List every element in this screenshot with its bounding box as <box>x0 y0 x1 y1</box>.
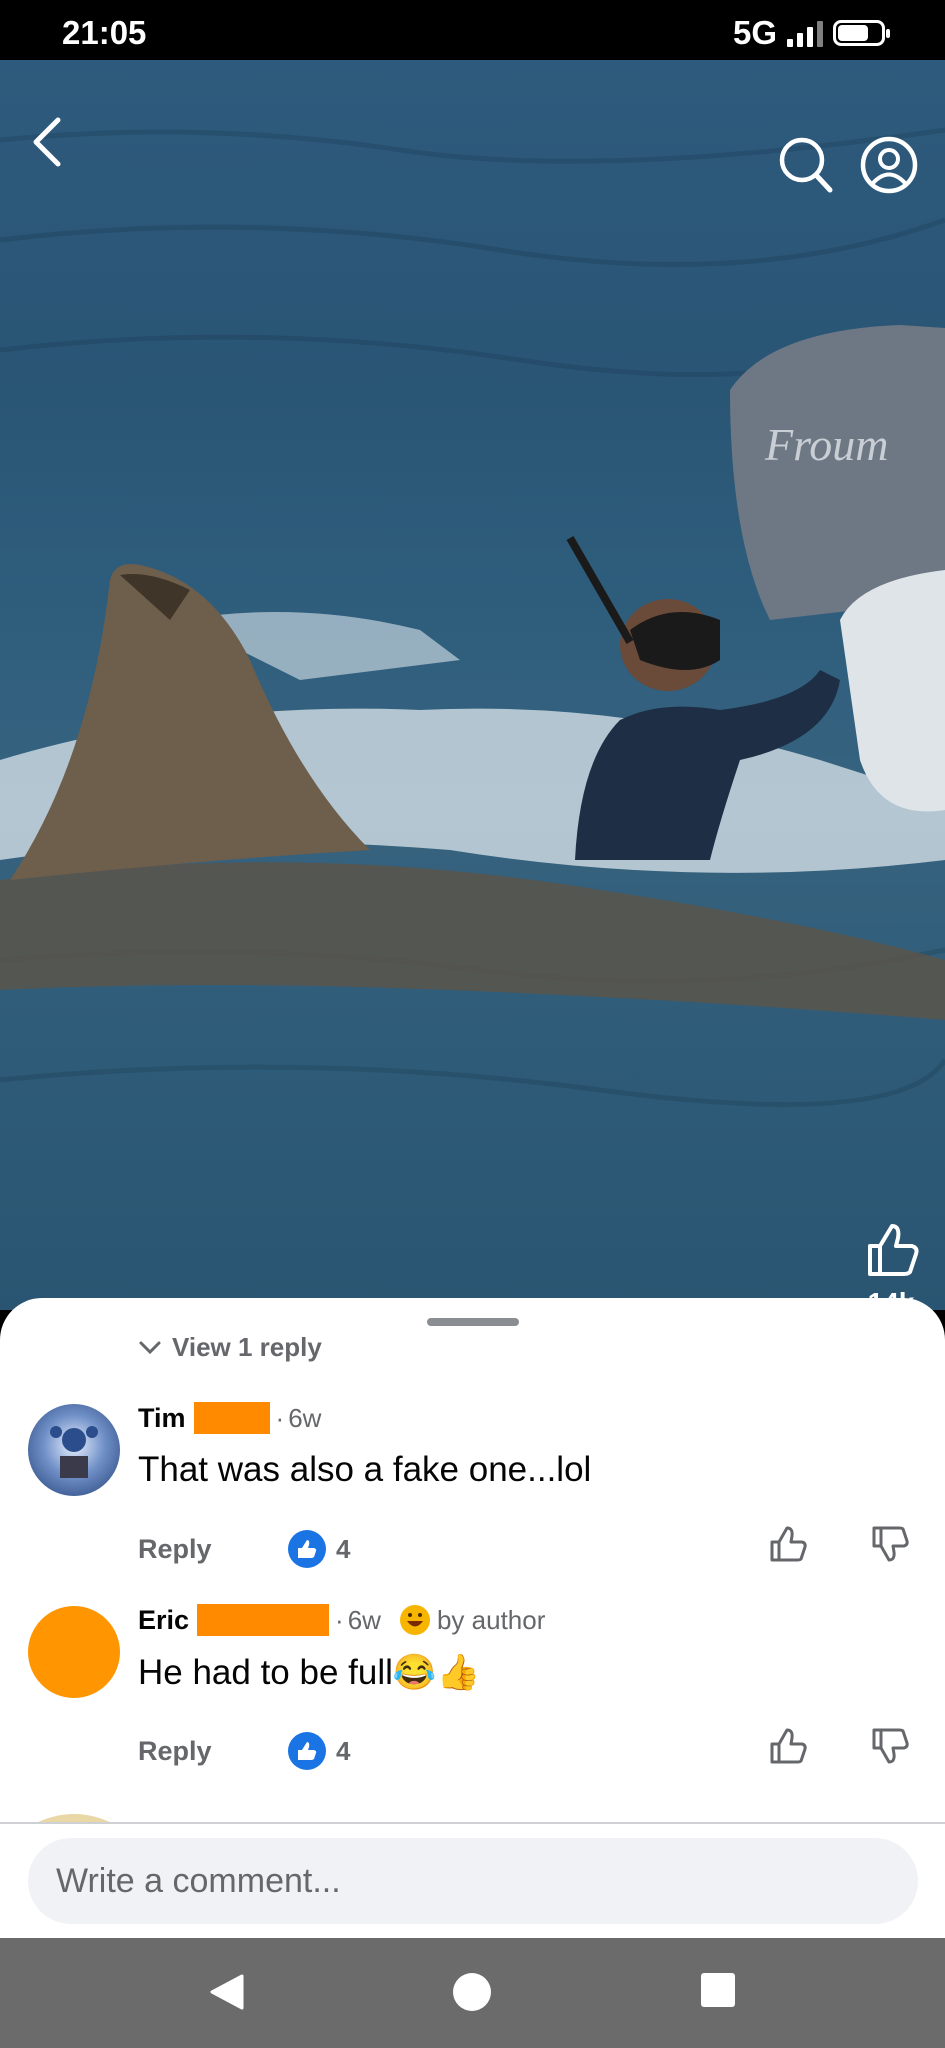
comment-text: That was also a fake one...lol <box>138 1450 592 1489</box>
redaction-box <box>197 1604 330 1636</box>
reply-button[interactable]: Reply <box>138 1736 212 1767</box>
status-bar: 21:05 5G <box>0 0 945 60</box>
search-icon[interactable] <box>778 136 834 199</box>
battery-icon <box>833 20 890 46</box>
thumbs-up-icon <box>856 1220 926 1283</box>
profile-icon[interactable] <box>860 136 918 199</box>
reaction-summary[interactable]: 4 <box>288 1732 350 1770</box>
nav-home-icon[interactable] <box>452 1972 492 2017</box>
reaction-count: 4 <box>336 1735 351 1766</box>
thumbs-up-icon[interactable] <box>768 1524 808 1569</box>
laughing-emoji-icon <box>399 1605 430 1635</box>
nav-recents-icon[interactable] <box>700 1972 736 2013</box>
comment-meta: Tim · 6w <box>138 1402 322 1434</box>
like-reaction-icon <box>288 1530 326 1568</box>
system-nav-bar <box>0 1938 945 2048</box>
author-badge-label: by author <box>436 1604 546 1635</box>
view-replies-button[interactable]: View 1 reply <box>138 1332 322 1363</box>
status-icons: 5G <box>732 14 890 52</box>
post-media[interactable]: Froum 14k <box>0 60 945 1310</box>
signal-icon <box>787 19 823 47</box>
reaction-summary[interactable]: 4 <box>288 1530 350 1568</box>
comment-actions: Reply 4 <box>138 1728 928 1776</box>
sheet-drag-handle[interactable] <box>427 1318 519 1326</box>
avatar[interactable] <box>28 1606 120 1698</box>
comment-meta: Eric · 6w by author <box>138 1604 546 1636</box>
comment-time: 6w <box>288 1402 322 1433</box>
boat-brand: Froum <box>764 419 889 470</box>
comment-actions: Reply 4 <box>138 1526 928 1574</box>
author-badge: by author <box>399 1604 545 1636</box>
commenter-name[interactable]: Eric <box>138 1605 189 1636</box>
comment-input[interactable] <box>28 1838 918 1924</box>
shark-boat-image: Froum <box>0 127 945 1108</box>
comment-time: 6w <box>347 1604 381 1635</box>
chevron-down-icon <box>139 1341 161 1354</box>
network-label: 5G <box>732 14 777 51</box>
avatar[interactable] <box>28 1404 120 1496</box>
post-like-button[interactable]: 14k <box>856 1220 926 1310</box>
back-icon[interactable] <box>28 116 64 173</box>
commenter-name[interactable]: Tim <box>138 1403 186 1434</box>
comment-composer <box>0 1822 945 1940</box>
like-reaction-icon <box>288 1732 326 1770</box>
nav-back-icon[interactable] <box>206 1972 246 2017</box>
reaction-count: 4 <box>336 1533 351 1564</box>
reply-button[interactable]: Reply <box>138 1534 212 1565</box>
thumbs-down-icon[interactable] <box>870 1726 910 1771</box>
thumbs-up-icon[interactable] <box>768 1726 808 1771</box>
redaction-box <box>193 1402 270 1434</box>
status-time: 21:05 <box>62 14 147 51</box>
thumbs-down-icon[interactable] <box>870 1524 910 1569</box>
view-replies-label: View 1 reply <box>172 1332 322 1362</box>
comment-text: He had to be full😂👍 <box>138 1653 481 1692</box>
